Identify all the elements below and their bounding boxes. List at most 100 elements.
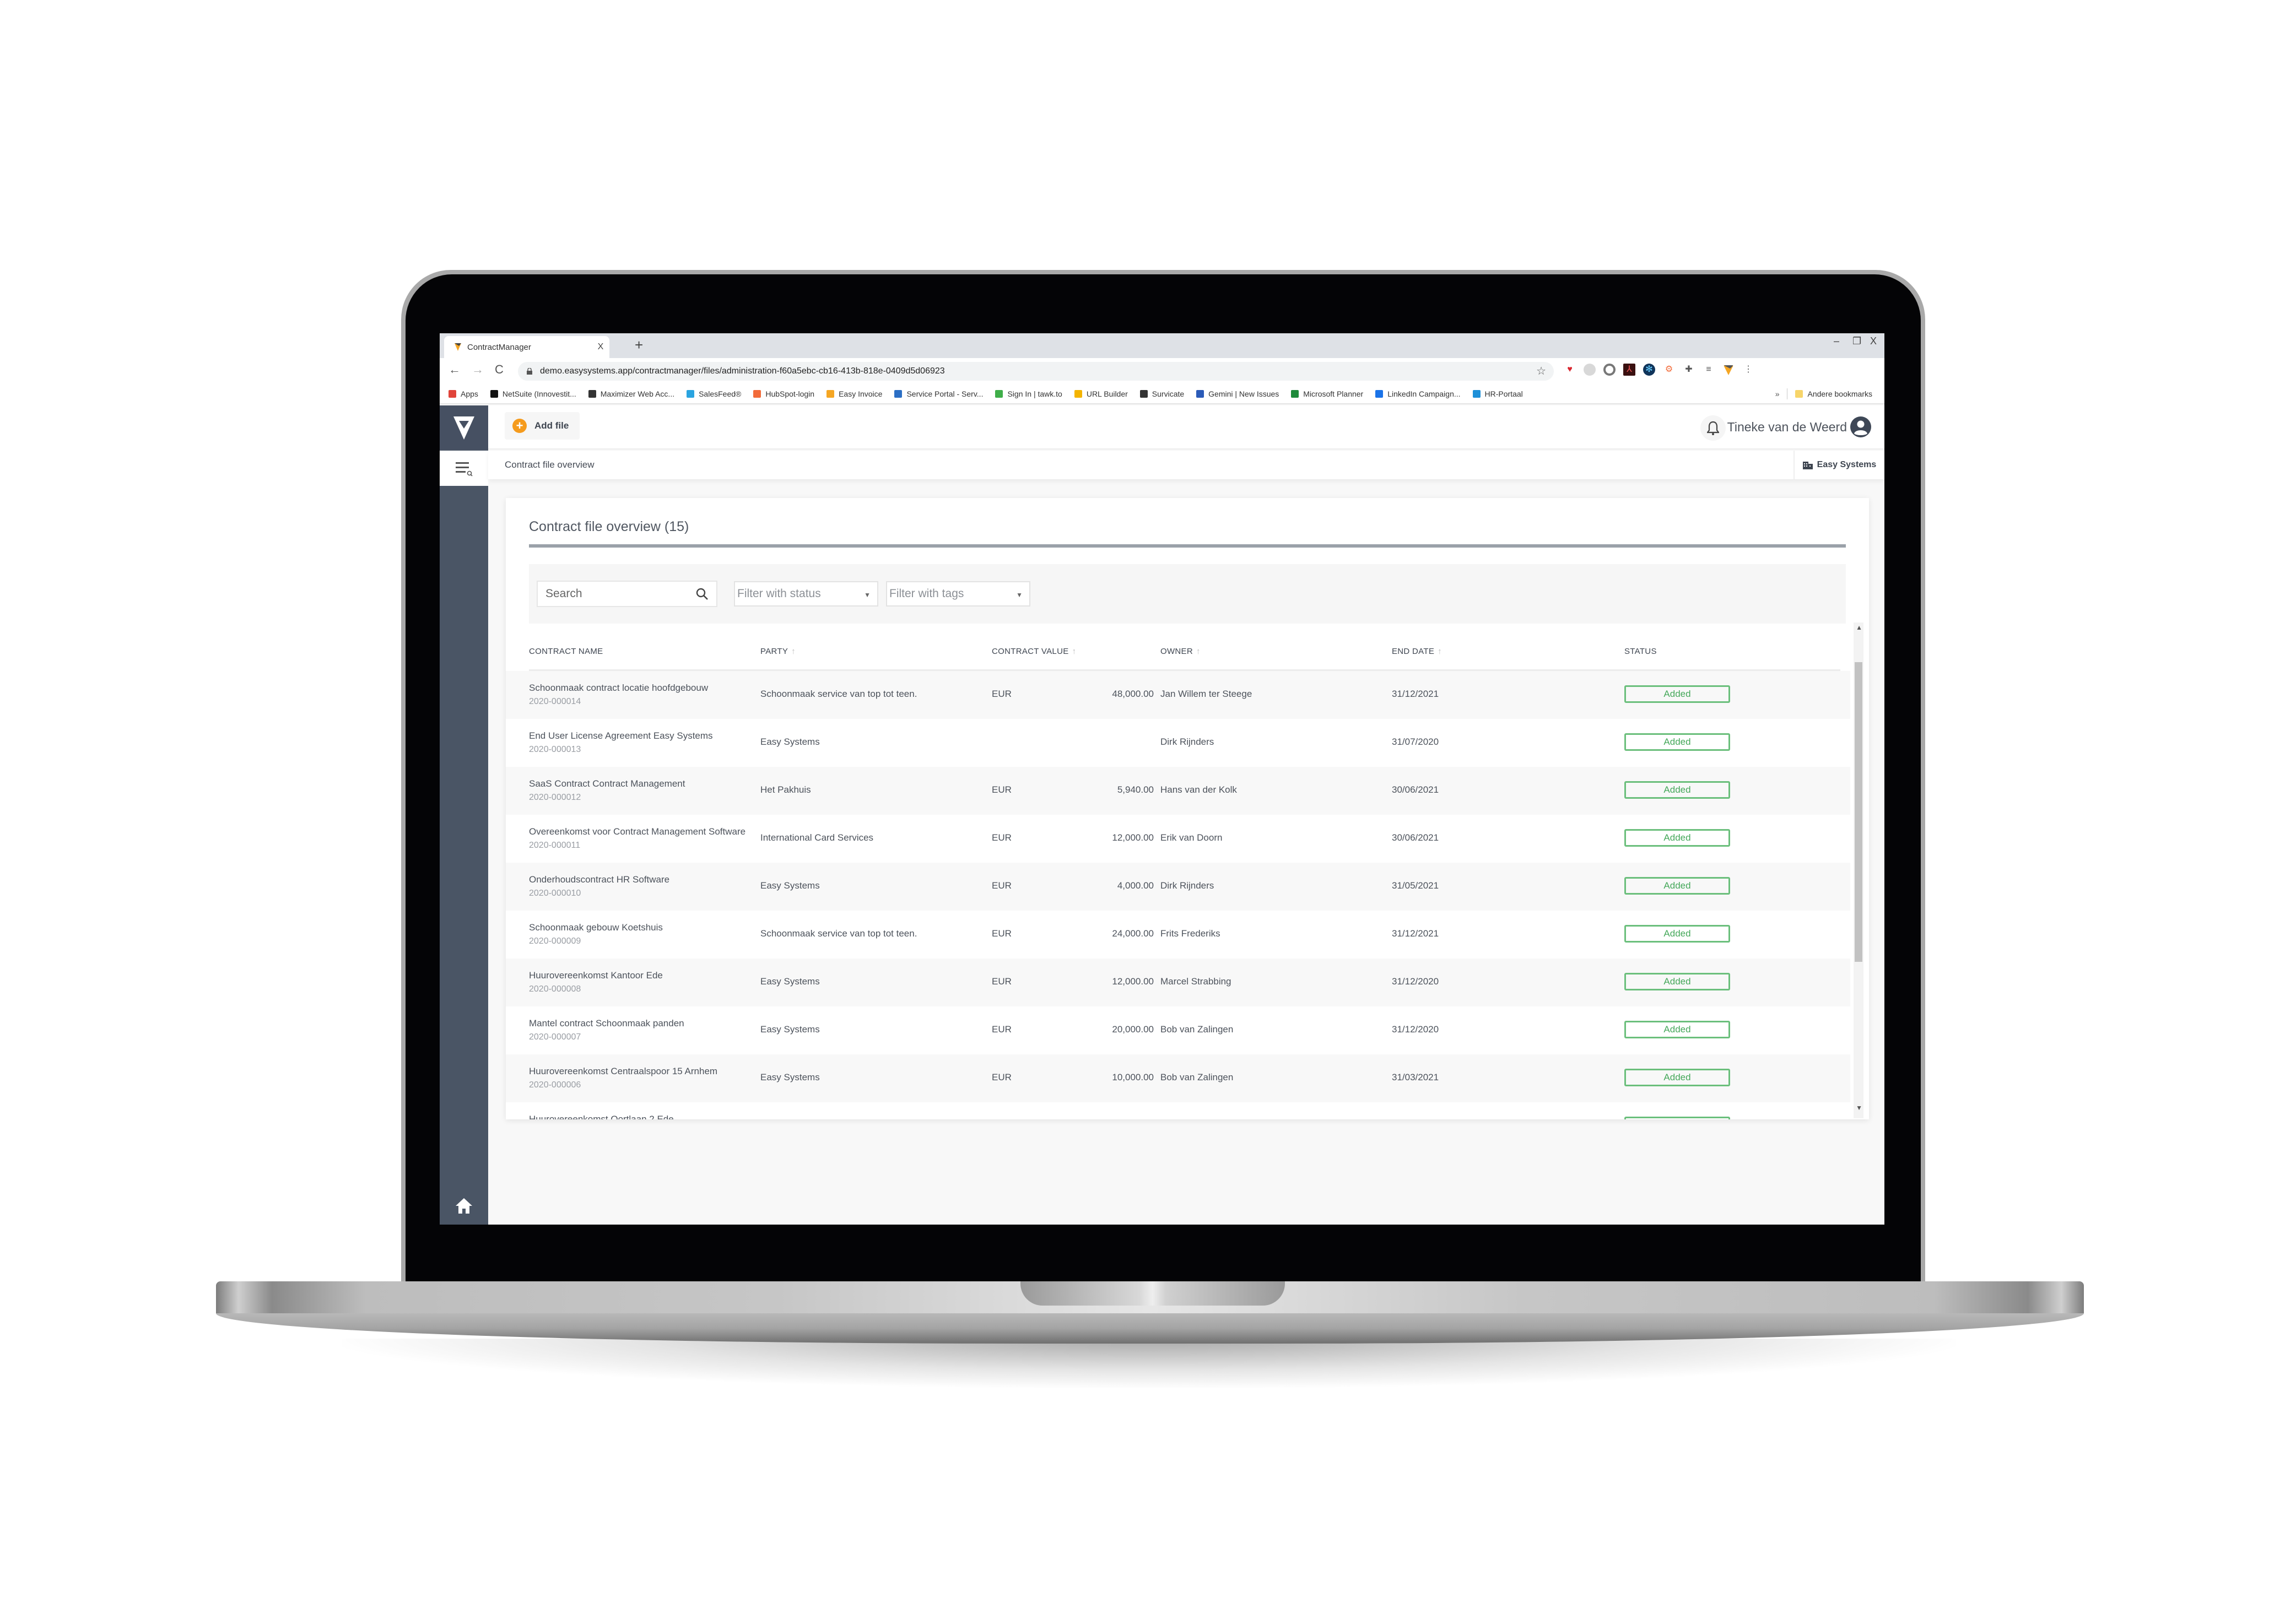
other-bookmarks-folder[interactable]: Andere bookmarks	[1795, 389, 1872, 398]
cart-extension-icon[interactable]: ♥	[1564, 364, 1576, 376]
table-row[interactable]: Onderhoudscontract HR Software 2020-00001…	[506, 863, 1850, 911]
contract-name[interactable]: Onderhoudscontract HR Software	[529, 874, 669, 885]
bookmark-label: HubSpot-login	[765, 389, 815, 398]
contract-name[interactable]: End User License Agreement Easy Systems	[529, 730, 713, 741]
sort-arrow-icon[interactable]: ↑	[1072, 647, 1077, 656]
status-badge: Added	[1624, 733, 1730, 751]
contract-name-cell[interactable]: Huurovereenkomst Oortlaan 2 Ede	[529, 1112, 749, 1119]
extensions-puzzle-icon[interactable]: ✚	[1683, 364, 1695, 376]
organization-switcher[interactable]: Easy Systems	[1793, 451, 1884, 479]
contract-name[interactable]: Mantel contract Schoonmaak panden	[529, 1018, 684, 1028]
sort-arrow-icon[interactable]: ↑	[1196, 647, 1201, 656]
contract-name-cell[interactable]: Overeenkomst voor Contract Management So…	[529, 825, 749, 852]
user-name[interactable]: Tineke van de Weerd	[1727, 420, 1847, 435]
contract-name-cell[interactable]: Onderhoudscontract HR Software 2020-00001…	[529, 873, 749, 900]
bookmark-item[interactable]: Gemini | New Issues	[1196, 389, 1279, 398]
reload-button[interactable]: C	[495, 362, 504, 377]
restore-button[interactable]: ❐	[1852, 335, 1861, 347]
circle-extension-icon[interactable]	[1603, 364, 1616, 376]
table-row[interactable]: Huurovereenkomst Oortlaan 2 Ede Added	[506, 1102, 1850, 1119]
table-row[interactable]: SaaS Contract Contract Management 2020-00…	[506, 767, 1850, 815]
minimize-button[interactable]: –	[1834, 335, 1839, 347]
filter-status-select[interactable]: Filter with status ▼	[734, 581, 878, 607]
column-header-end-date[interactable]: END DATE ↑	[1392, 647, 1442, 656]
search-icon[interactable]	[695, 587, 709, 600]
bookmark-item[interactable]: Apps	[449, 389, 478, 398]
contract-name-cell[interactable]: Schoonmaak gebouw Koetshuis 2020-000009	[529, 921, 749, 948]
bookmark-label: Survicate	[1152, 389, 1185, 398]
table-row[interactable]: Huurovereenkomst Centraalspoor 15 Arnhem…	[506, 1054, 1850, 1102]
bookmark-item[interactable]: Maximizer Web Acc...	[588, 389, 674, 398]
contract-name-cell[interactable]: Mantel contract Schoonmaak panden 2020-00…	[529, 1016, 749, 1044]
scrollbar-thumb[interactable]	[1855, 662, 1862, 962]
bookmark-item[interactable]: URL Builder	[1074, 389, 1128, 398]
contract-value-cell: 10,000.00	[1112, 1072, 1154, 1082]
scroll-down-arrow-icon[interactable]: ▼	[1856, 1104, 1862, 1112]
close-window-button[interactable]: X	[1870, 335, 1877, 347]
party-cell: Easy Systems	[760, 1024, 820, 1035]
adobe-acrobat-icon[interactable]: ⅄	[1623, 364, 1635, 376]
add-file-button[interactable]: + Add file	[505, 412, 580, 440]
contract-name[interactable]: Overeenkomst voor Contract Management So…	[529, 826, 745, 837]
contract-name[interactable]: Schoonmaak contract locatie hoofdgebouw	[529, 683, 708, 693]
new-tab-button[interactable]: +	[635, 337, 643, 354]
bookmark-item[interactable]: LinkedIn Campaign...	[1375, 389, 1461, 398]
bookmark-item[interactable]: Easy Invoice	[826, 389, 882, 398]
notifications-button[interactable]	[1700, 415, 1726, 441]
contract-name-cell[interactable]: Huurovereenkomst Kantoor Ede 2020-000008	[529, 968, 749, 996]
bookmark-item[interactable]: HR-Portaal	[1472, 389, 1523, 398]
scroll-up-arrow-icon[interactable]: ▲	[1856, 624, 1862, 631]
table-row[interactable]: Huurovereenkomst Kantoor Ede 2020-000008 E…	[506, 959, 1850, 1006]
bookmark-item[interactable]: SalesFeed®	[687, 389, 741, 398]
bookmark-item[interactable]: HubSpot-login	[753, 389, 814, 398]
search-input[interactable]: Search	[537, 581, 717, 607]
bookmark-star-icon[interactable]: ☆	[1536, 364, 1546, 378]
contract-name[interactable]: Huurovereenkomst Oortlaan 2 Ede	[529, 1114, 674, 1119]
contract-name[interactable]: SaaS Contract Contract Management	[529, 778, 685, 789]
sort-arrow-icon[interactable]: ↑	[791, 647, 796, 656]
column-label: OWNER	[1160, 647, 1193, 656]
browser-tab[interactable]: ContractManager X	[444, 336, 609, 358]
home-icon[interactable]	[454, 1196, 474, 1216]
contract-name[interactable]: Schoonmaak gebouw Koetshuis	[529, 922, 663, 933]
table-row[interactable]: Schoonmaak contract locatie hoofdgebouw 2…	[506, 671, 1850, 719]
contract-name-cell[interactable]: Schoonmaak contract locatie hoofdgebouw 2…	[529, 681, 749, 708]
contract-name-cell[interactable]: End User License Agreement Easy Systems 2…	[529, 729, 749, 756]
filter-menu-button[interactable]	[440, 451, 488, 486]
bookmark-item[interactable]: Service Portal - Serv...	[894, 389, 983, 398]
bookmark-item[interactable]: Sign In | tawk.to	[995, 389, 1062, 398]
column-header-contract-value[interactable]: CONTRACT VALUE ↑	[992, 647, 1076, 656]
chat-extension-icon[interactable]: ✻	[1643, 364, 1655, 376]
back-button[interactable]: ←	[449, 362, 461, 377]
browser-menu-icon[interactable]: ⋮	[1742, 364, 1754, 376]
app-logo[interactable]	[440, 405, 488, 450]
owner-cell: Bob van Zalingen	[1160, 1024, 1234, 1035]
bookmark-item[interactable]: NetSuite (Innovestit...	[490, 389, 576, 398]
contract-name-cell[interactable]: SaaS Contract Contract Management 2020-00…	[529, 777, 749, 804]
filter-tags-select[interactable]: Filter with tags ▼	[886, 581, 1030, 607]
bookmark-item[interactable]: Microsoft Planner	[1291, 389, 1363, 398]
bookmark-item[interactable]: Survicate	[1139, 389, 1185, 398]
table-row[interactable]: Schoonmaak gebouw Koetshuis 2020-000009 Sc…	[506, 911, 1850, 959]
table-row[interactable]: Overeenkomst voor Contract Management So…	[506, 815, 1850, 863]
sort-arrow-icon[interactable]: ↑	[1438, 647, 1442, 656]
user-avatar-icon[interactable]	[1850, 416, 1871, 437]
table-row[interactable]: Mantel contract Schoonmaak panden 2020-00…	[506, 1006, 1850, 1054]
reading-list-icon[interactable]: ≡	[1703, 364, 1715, 376]
bookmarks-overflow-button[interactable]: »	[1775, 389, 1780, 398]
grey-extension-icon[interactable]	[1584, 364, 1596, 376]
contract-name-cell[interactable]: Huurovereenkomst Centraalspoor 15 Arnhem…	[529, 1064, 749, 1092]
tab-close-icon[interactable]: X	[592, 342, 609, 352]
forward-button[interactable]: →	[472, 362, 484, 377]
contract-number: 2020-000012	[529, 793, 581, 802]
url-builder-icon	[1074, 390, 1082, 398]
address-bar[interactable]: demo.easysystems.app/contractmanager/fil…	[518, 362, 1554, 381]
contract-name[interactable]: Huurovereenkomst Centraalspoor 15 Arnhem	[529, 1066, 717, 1076]
table-row[interactable]: End User License Agreement Easy Systems 2…	[506, 719, 1850, 767]
tawkto-icon	[995, 390, 1003, 398]
column-header-owner[interactable]: OWNER ↑	[1160, 647, 1201, 656]
column-header-party[interactable]: PARTY ↑	[760, 647, 796, 656]
easysystems-extension-icon[interactable]	[1722, 364, 1735, 376]
hubspot-extension-icon[interactable]: ⚙	[1663, 364, 1675, 376]
contract-name[interactable]: Huurovereenkomst Kantoor Ede	[529, 970, 663, 981]
